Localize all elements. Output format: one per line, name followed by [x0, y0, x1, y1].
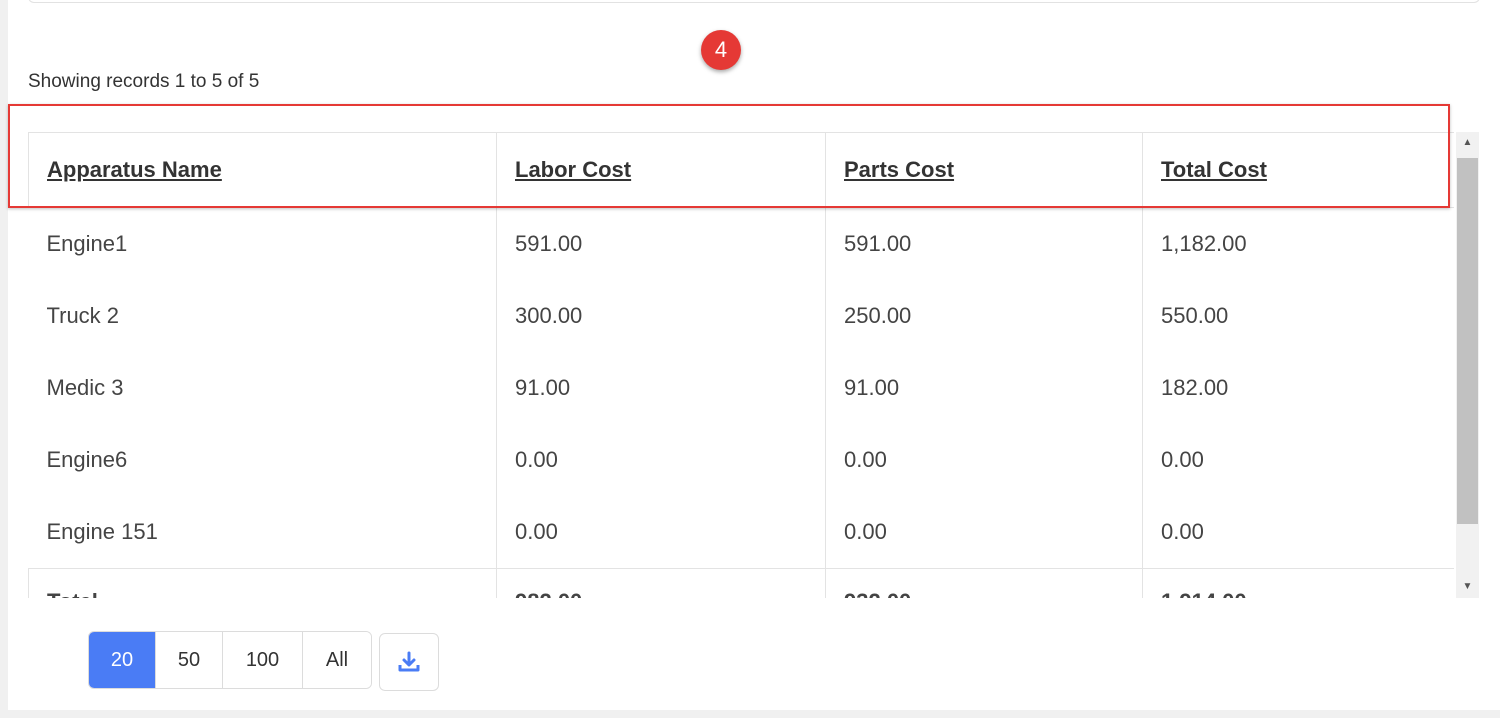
table-row: Engine6 0.00 0.00 0.00: [28, 424, 1455, 496]
total-total-cost: 1,914.00: [1142, 568, 1454, 598]
header-parts-cost[interactable]: Parts Cost: [825, 132, 1143, 208]
bottom-strip: [0, 710, 1500, 718]
table-row: Truck 2 300.00 250.00 550.00: [28, 280, 1455, 352]
step-marker-badge: 4: [701, 30, 741, 70]
cell-apparatus-name: Medic 3: [28, 352, 497, 424]
cell-apparatus-name: Engine1: [28, 207, 497, 280]
cell-total-cost: 0.00: [1161, 519, 1204, 544]
cell-labor-cost: 300.00: [496, 280, 826, 352]
cell-parts-cost: 250.00: [825, 280, 1143, 352]
header-apparatus-name[interactable]: Apparatus Name: [28, 132, 497, 208]
cell-total-cost: 1,182.00: [1161, 231, 1247, 256]
page-size-20-button[interactable]: 20: [89, 632, 156, 688]
cell-apparatus-name: Truck 2: [28, 280, 497, 352]
total-parts-cost: 932.00: [825, 568, 1143, 598]
cell-labor-cost: 0.00: [496, 424, 826, 496]
records-count-text: Showing records 1 to 5 of 5: [28, 71, 260, 92]
header-total-cost[interactable]: Total Cost: [1142, 132, 1454, 208]
page-size-selector: 20 50 100 All: [88, 631, 372, 689]
page-size-50-button[interactable]: 50: [156, 632, 223, 688]
table-row: Engine 151 0.00 0.00 0.00: [28, 496, 1455, 569]
cell-labor-cost: 91.00: [496, 352, 826, 424]
download-button[interactable]: [379, 633, 439, 691]
table-row: Engine1 591.00 591.00 1,182.00: [28, 207, 1455, 280]
cell-parts-cost: 591.00: [825, 207, 1143, 280]
cell-apparatus-name: Engine 151: [28, 496, 497, 569]
total-labor-cost: 982.00: [496, 568, 826, 598]
scroll-up-icon[interactable]: ▲: [1456, 134, 1479, 152]
header-labor-cost[interactable]: Labor Cost: [496, 132, 826, 208]
top-panel-edge: [28, 0, 1480, 3]
cell-total-cost: 182.00: [1161, 375, 1229, 400]
cell-apparatus-name: Engine6: [28, 424, 497, 496]
cell-total-cost: 0.00: [1161, 447, 1204, 472]
page-size-100-button[interactable]: 100: [223, 632, 303, 688]
cell-parts-cost: 0.00: [825, 424, 1143, 496]
report-table-container: Apparatus Name Labor Cost Parts Cost Tot…: [28, 132, 1454, 598]
cell-total-cost: 550.00: [1161, 303, 1229, 328]
download-icon: [398, 651, 420, 672]
table-row: Medic 3 91.00 91.00 182.00: [28, 352, 1455, 424]
total-label: Total: [28, 568, 497, 598]
table-header-row: Apparatus Name Labor Cost Parts Cost Tot…: [28, 132, 1454, 208]
report-table: Apparatus Name Labor Cost Parts Cost Tot…: [28, 132, 1454, 598]
cell-labor-cost: 0.00: [496, 496, 826, 569]
page-size-all-button[interactable]: All: [303, 632, 371, 688]
left-rail: [0, 0, 8, 718]
table-total-row: Total 982.00 932.00 1,914.00: [28, 568, 1454, 598]
cell-labor-cost: 591.00: [496, 207, 826, 280]
scroll-down-icon[interactable]: ▼: [1456, 578, 1479, 596]
cell-parts-cost: 0.00: [825, 496, 1143, 569]
table-scrollbar[interactable]: ▲ ▼: [1456, 132, 1479, 598]
cell-parts-cost: 91.00: [825, 352, 1143, 424]
scrollbar-thumb[interactable]: [1457, 158, 1478, 524]
